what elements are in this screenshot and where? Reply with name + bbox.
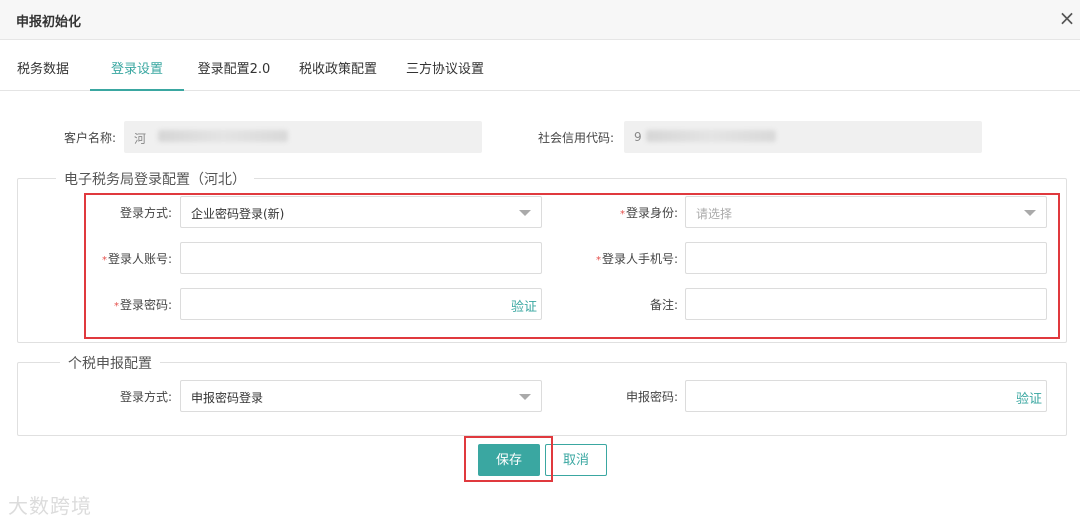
redacted-overlay [646, 130, 776, 142]
iit-login-method-label: 登录方式: [119, 390, 172, 404]
iit-login-method-value: 申报密码登录 [191, 391, 264, 405]
cancel-button[interactable]: 取消 [545, 444, 607, 476]
dialog-header: 申报初始化 × [0, 0, 1080, 40]
iit-config-legend: 个税申报配置 [60, 353, 160, 373]
customer-name-value: 河 [134, 132, 147, 146]
credit-code-value: 9 [634, 130, 642, 144]
customer-name-field: 河 [124, 121, 482, 153]
customer-name-label: 客户名称: [63, 131, 116, 145]
iit-password-label: 申报密码: [625, 390, 678, 404]
iit-password-input[interactable]: 验证 [685, 380, 1047, 412]
dialog-title: 申报初始化 [16, 15, 82, 30]
tab-bar: 税务数据 登录设置 登录配置2.0 税收政策配置 三方协议设置 [0, 50, 1080, 91]
tab-tripartite-agreement[interactable]: 三方协议设置 [404, 50, 486, 91]
chevron-down-icon [519, 394, 531, 400]
credit-code-label: 社会信用代码: [537, 131, 614, 145]
iit-login-method-select[interactable]: 申报密码登录 [180, 380, 542, 412]
close-icon[interactable]: × [1057, 8, 1077, 28]
redacted-overlay [158, 130, 288, 142]
etax-config-legend: 电子税务局登录配置（河北） [56, 169, 254, 189]
verify-iit-password-button[interactable]: 验证 [1016, 388, 1042, 407]
tab-tax-policy-config[interactable]: 税收政策配置 [298, 50, 378, 91]
credit-code-field: 9 [624, 121, 982, 153]
highlight-box [84, 193, 1060, 339]
tab-tax-data[interactable]: 税务数据 [16, 50, 70, 91]
tab-login-settings[interactable]: 登录设置 [90, 50, 184, 91]
tab-login-config-2[interactable]: 登录配置2.0 [197, 50, 271, 91]
save-highlight-box [464, 436, 553, 482]
watermark: 大数跨境 [8, 494, 92, 518]
